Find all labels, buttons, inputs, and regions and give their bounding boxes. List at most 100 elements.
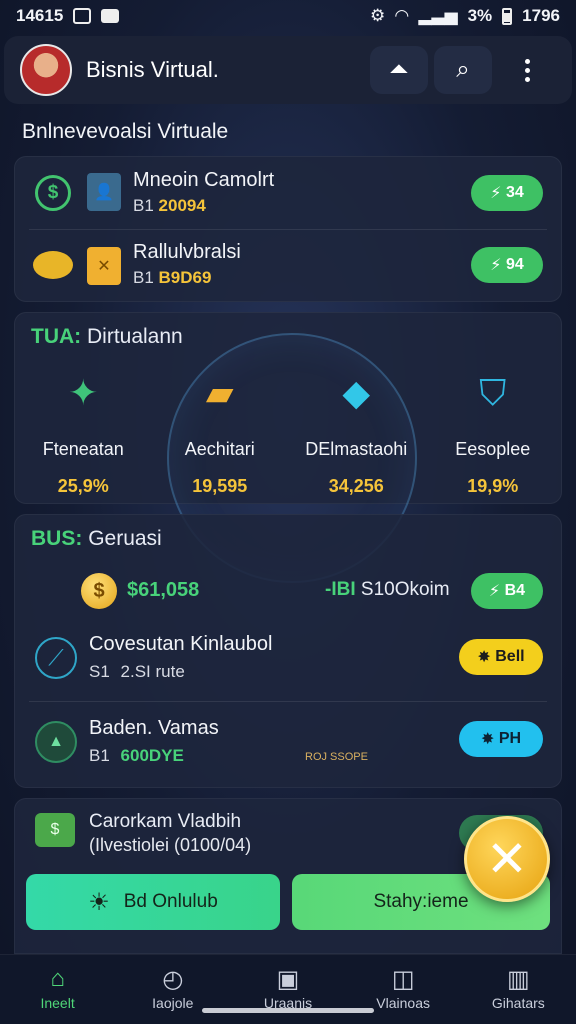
item-note: ROJ SSOPE — [305, 751, 368, 763]
divider — [29, 701, 547, 702]
item-name: Mneoin Camolrt — [133, 169, 275, 191]
battery-percent: 3% — [467, 6, 493, 25]
more-button[interactable] — [498, 46, 556, 94]
nav-home[interactable]: ⌂ Ineelt — [0, 955, 115, 1024]
wifi-icon: ◠ — [395, 6, 409, 25]
app-bar: Bisnis Virtual. ⏶ ⌕ — [4, 36, 572, 104]
metric-label: Fteneatan — [42, 439, 124, 459]
pill-label: B4 — [504, 582, 526, 599]
filter-button[interactable]: ⏶ — [370, 46, 428, 94]
business-list-card: $ 👤 Mneoin Camolrt B1 20094 ⚡ 34 ✕ Rallu… — [14, 156, 562, 302]
button-label: Stahy:ieme — [373, 891, 469, 912]
wallet-icon: $ — [35, 813, 75, 847]
nav-charts[interactable]: ▥ Gihatars — [461, 955, 576, 1024]
item-detail: (Ilvestiolei (0100/04) — [89, 835, 252, 855]
metric-label: Eesoplee — [455, 439, 531, 459]
status-bar: 14615 ⚙ ◠ ▂▃▅ 3% 1796 — [0, 0, 576, 32]
metric-item[interactable]: ▰ Aechitari 19,595 — [152, 363, 289, 497]
battery-icon — [502, 7, 513, 25]
status-pill[interactable]: ⚡ 94 — [471, 247, 543, 283]
balance-row: $ $61,058 -IBI S10Okoim ⚡ B4 — [15, 567, 561, 615]
status-pill[interactable]: ⚡ 34 — [471, 175, 543, 211]
status-pill[interactable]: ✸ Bell — [459, 639, 543, 675]
blocks-icon: ◆ — [342, 372, 371, 413]
bottom-nav: ⌂ Ineelt ◴ Iaojole ▣ Uraanis ◫ Vlainoas … — [0, 954, 576, 1024]
settings-icon: ⚙ — [370, 6, 386, 25]
search-icon: ⌕ — [456, 56, 470, 83]
primary-action-button[interactable]: ☀ Bd Onlulub — [26, 874, 280, 930]
leaf-icon: ⟋ — [35, 637, 77, 679]
list-item[interactable]: $ 👤 Mneoin Camolrt B1 20094 ⚡ 34 — [15, 157, 561, 229]
metric-value: 19,595 — [192, 476, 248, 496]
balance-prefix: -IBI — [325, 579, 356, 600]
search-button[interactable]: ⌕ — [434, 46, 492, 94]
avatar[interactable] — [20, 44, 72, 96]
chart-icon: ▥ — [507, 966, 530, 993]
nav-label: Gihatars — [491, 995, 545, 1011]
close-button[interactable]: ✕ — [464, 816, 550, 902]
pill-label: 94 — [505, 256, 524, 273]
gauge-icon: ◴ — [162, 966, 184, 993]
item-amount: 2.SI — [120, 662, 151, 681]
nav-label: Ineelt — [40, 995, 75, 1011]
header-title: Geruasi — [88, 527, 162, 550]
item-prefix: B1 — [89, 746, 110, 765]
status-clock: 1796 — [522, 6, 560, 25]
header-tag: TUA: — [31, 325, 82, 348]
item-name: Carorkam Vladbih — [89, 811, 242, 832]
ticket-icon: ▰ — [205, 372, 234, 413]
item-prefix: S1 — [89, 662, 110, 681]
overview-card: TUA: Dirtualann ✦ Fteneatan 25,9% ▰ Aech… — [14, 312, 562, 583]
metric-label: Aechitari — [184, 439, 255, 459]
nav-dashboard[interactable]: ◴ Iaojole — [115, 955, 230, 1024]
app-title: Bisnis Virtual. — [86, 57, 219, 82]
leaf-icon: ▲ — [35, 721, 77, 763]
metrics-grid: ✦ Fteneatan 25,9% ▰ Aechitari 19,595 ◆ D… — [15, 363, 561, 497]
pill-label: PH — [498, 730, 522, 747]
item-name: Baden. Vamas — [89, 717, 219, 739]
metric-item[interactable]: ◆ DElmastaohi 34,256 — [288, 363, 425, 497]
message-icon — [101, 9, 120, 23]
notification-icon — [73, 8, 92, 24]
list-item[interactable]: ✕ Rallulvbralsi B1 B9D69 ⚡ 94 — [15, 231, 561, 303]
more-vertical-icon — [524, 58, 530, 82]
sun-icon: ☀ — [88, 888, 110, 916]
item-amount: B9D69 — [158, 268, 212, 287]
home-icon: ⌂ — [50, 965, 65, 992]
signal-icon: ▂▃▅ — [418, 6, 458, 25]
operations-card: BUS: Geruasi $ $61,058 -IBI S10Okoim ⚡ B… — [14, 514, 562, 788]
list-item[interactable]: ⟋ Covesutan Kinlaubol S1 2.SI rute ✸ Bel… — [15, 619, 561, 699]
nav-stats[interactable]: ◫ Vlainoas — [346, 955, 461, 1024]
metric-item[interactable]: ⛉ Eesoplee 19,9% — [425, 363, 562, 497]
metric-label: DElmastaohi — [305, 439, 408, 459]
metric-item[interactable]: ✦ Fteneatan 25,9% — [15, 363, 152, 497]
balance-label: S10Okoim — [360, 579, 450, 600]
close-icon: ✕ — [486, 831, 528, 887]
divider — [29, 229, 547, 230]
item-amount: 20094 — [158, 196, 206, 215]
item-prefix: B1 — [133, 196, 154, 215]
item-name: Covesutan Kinlaubol — [89, 633, 273, 655]
metric-value: 25,9% — [57, 476, 109, 496]
portrait-icon: 👤 — [87, 173, 121, 211]
stats-icon: ◫ — [391, 966, 415, 993]
network-icon: ✦ — [68, 372, 99, 413]
section-title: Bnlnevevoalsi Virtuale — [22, 120, 229, 143]
coin-stack-icon — [33, 251, 73, 279]
list-item[interactable]: ▲ Baden. Vamas B1 600DYE ROJ SSOPE ✸ PH — [15, 703, 561, 785]
nav-cards[interactable]: ▣ Uraanis — [230, 955, 345, 1024]
item-prefix: B1 — [133, 268, 154, 287]
card-icon: ▣ — [276, 966, 300, 993]
header-tag: BUS: — [31, 527, 83, 550]
balance-pill[interactable]: ⚡ B4 — [471, 573, 543, 609]
dollar-icon: $ — [35, 175, 71, 211]
metric-value: 34,256 — [328, 476, 384, 496]
briefcase-icon: ✕ — [87, 247, 121, 285]
home-indicator[interactable] — [202, 1008, 374, 1013]
header-title: Dirtualann — [87, 325, 183, 348]
pill-label: Bell — [495, 648, 525, 665]
item-amount: 600DYE — [120, 746, 184, 765]
item-suffix: rute — [155, 662, 185, 681]
status-pill[interactable]: ✸ PH — [459, 721, 543, 757]
status-time: 14615 — [16, 6, 64, 25]
